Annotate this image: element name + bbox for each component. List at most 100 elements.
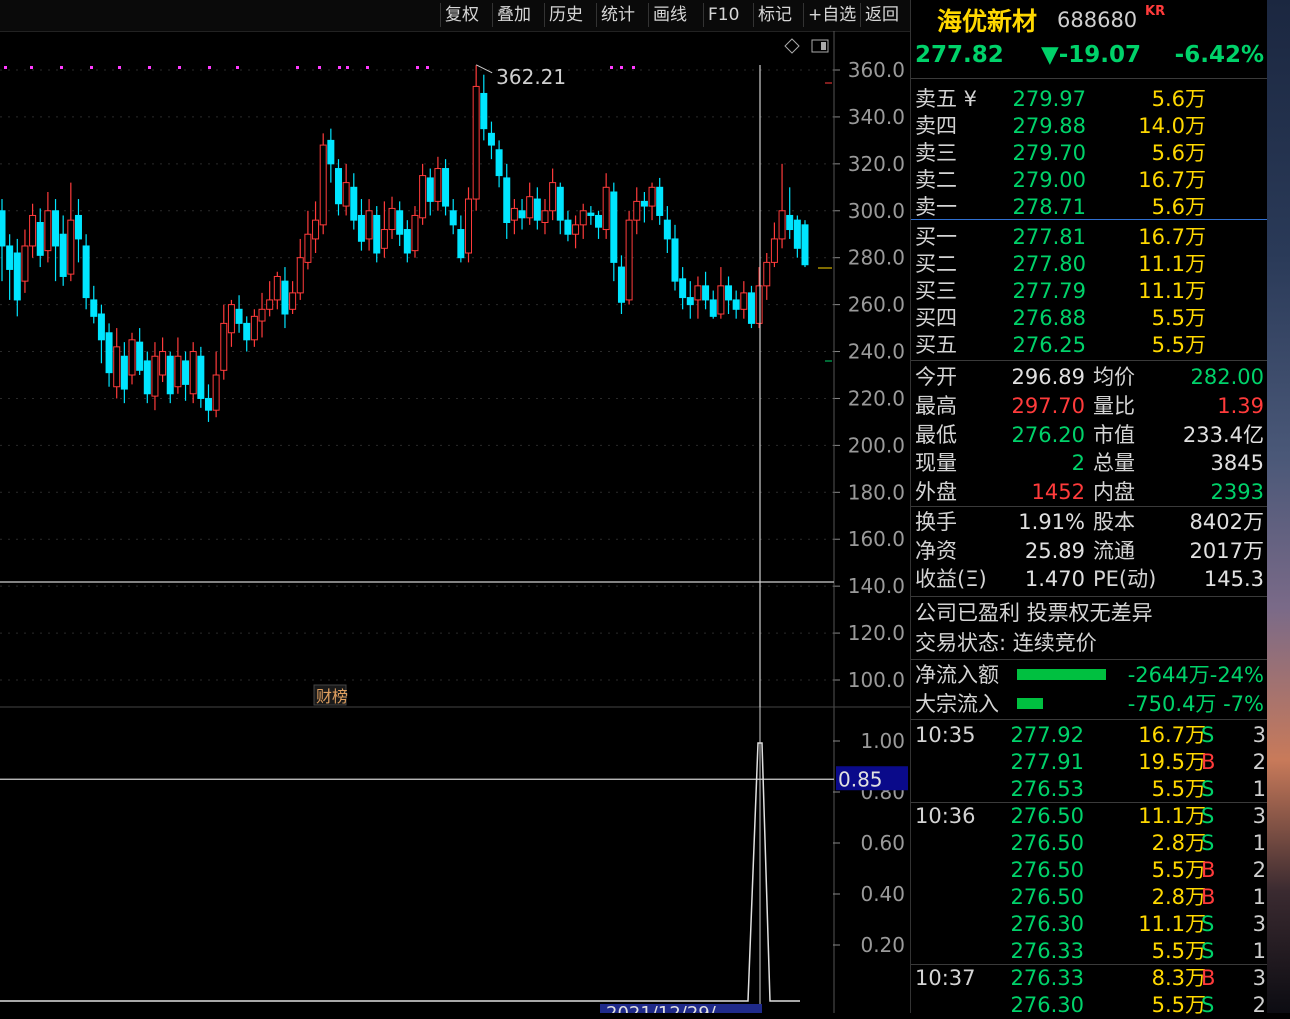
candle-body	[281, 280, 289, 315]
bid-row[interactable]: 买四 276.88 5.5万	[911, 305, 1268, 332]
candle-body	[44, 210, 52, 252]
signal-dot	[208, 66, 211, 69]
ob-price: 279.97	[1012, 87, 1086, 111]
candle-body	[747, 292, 755, 324]
toolbar-button-3[interactable]: 统计	[596, 3, 639, 27]
kline-chart[interactable]: 360.0 340.0 320.0 300.0 280.0 260.0 240.0 220.0…	[0, 31, 910, 1019]
ob-price: 279.70	[1012, 141, 1086, 165]
flow-bar	[1017, 698, 1043, 709]
tick-side: B	[1201, 885, 1216, 909]
tick-side: S	[1201, 912, 1215, 936]
ask-row[interactable]: 卖四 279.88 14.0万	[911, 113, 1268, 140]
candle-body	[312, 219, 320, 240]
candle-body	[579, 210, 587, 226]
candle-body	[59, 233, 67, 277]
candle-body	[526, 196, 534, 219]
stat-value: 297.70	[1011, 393, 1085, 418]
candle-body	[740, 292, 748, 310]
signal-dot	[236, 66, 239, 69]
ob-volume: 5.5万	[1151, 306, 1206, 330]
tick-row: 276.30 5.5万 S 2	[911, 992, 1268, 1019]
toolbar-button-5[interactable]: F10	[703, 3, 743, 27]
price-axis-label: 340.0	[848, 105, 905, 129]
candle-body	[663, 219, 671, 240]
toolbar-button-2[interactable]: 历史	[544, 3, 587, 27]
flow-row: 大宗流入 -750.4万 -7%	[911, 690, 1268, 718]
tick-row: 276.50 5.5万 B 2	[911, 857, 1268, 884]
stat-value: 8402万	[1189, 510, 1264, 534]
candle-body	[334, 168, 342, 205]
toolbar-button-8[interactable]: 返回	[860, 3, 903, 27]
candle-body	[90, 299, 98, 317]
price-axis-label: 360.0	[848, 58, 905, 82]
ask-row[interactable]: 卖三 279.70 5.6万	[911, 140, 1268, 167]
candle-body	[510, 207, 518, 221]
toolbar-button-7[interactable]: +自选	[803, 3, 860, 27]
candle-body	[159, 351, 167, 376]
stats-row: 收益(Ξ) 1.470 PE(动) 145.3	[911, 565, 1268, 593]
ob-label: 买一	[915, 225, 957, 249]
signal-dot	[416, 66, 419, 69]
signal-dot	[610, 66, 613, 69]
toolbar-button-1[interactable]: 叠加	[492, 3, 535, 27]
ob-volume: 16.7万	[1138, 225, 1206, 249]
ask-row[interactable]: 卖二 279.00 16.7万	[911, 167, 1268, 194]
ob-label: 卖四	[915, 114, 957, 138]
tick-side: S	[1201, 939, 1215, 963]
ask-row[interactable]: 卖五 ¥ 279.97 5.6万	[911, 86, 1268, 113]
stats-row: 外盘 1452 内盘 2393	[911, 478, 1268, 506]
toolbar-button-0[interactable]: 复权	[440, 3, 483, 27]
flow-label: 大宗流入	[915, 692, 999, 716]
bid-row[interactable]: 买一 277.81 16.7万	[911, 224, 1268, 251]
ob-volume: 11.1万	[1138, 252, 1206, 276]
price-axis-label: 280.0	[848, 246, 905, 270]
candle-body	[204, 397, 212, 411]
tick-volume: 2.8万	[1151, 885, 1206, 909]
ask-row[interactable]: 卖一 278.71 5.6万	[911, 194, 1268, 221]
candle-body	[694, 285, 702, 301]
signal-dot	[426, 66, 429, 69]
toolbar-button-4[interactable]: 画线	[648, 3, 691, 27]
stat-label: 股本	[1093, 510, 1135, 534]
stat-value: 2	[1071, 451, 1085, 476]
stat-label: 今开	[915, 365, 957, 389]
chart-area[interactable]: 360.0 340.0 320.0 300.0 280.0 260.0 240.0 220.0…	[0, 31, 910, 1019]
candle-body	[151, 355, 159, 397]
stat-value: 2393	[1210, 480, 1264, 505]
flow-row: 净流入额 -2644万-24%	[911, 661, 1268, 689]
ob-price: 279.00	[1012, 168, 1086, 192]
stat-value: 1.39	[1217, 393, 1264, 418]
signal-dot	[366, 66, 369, 69]
stat-label: 净资	[915, 538, 957, 563]
ob-price: 277.79	[1012, 279, 1086, 303]
signal-dot	[620, 66, 623, 69]
desktop-wallpaper	[1267, 0, 1290, 1013]
ob-label: 买五	[915, 333, 957, 357]
bid-row[interactable]: 买三 277.79 11.1万	[911, 278, 1268, 305]
candle-body	[174, 355, 182, 388]
last-price: 277.82	[915, 42, 1004, 68]
toolbar-button-6[interactable]: 标记	[753, 3, 796, 27]
stat-value: 145.3	[1203, 567, 1264, 591]
tick-count: 1	[1252, 831, 1266, 855]
date-label: 2021/12/29/	[606, 1003, 717, 1013]
price-axis-label: 160.0	[848, 527, 905, 551]
tick-side: B	[1201, 966, 1216, 990]
candle-body	[725, 285, 733, 301]
ob-volume: 5.5万	[1151, 333, 1206, 357]
candle-body	[36, 222, 44, 256]
candle-body	[212, 374, 220, 411]
high-annotation: 362.21	[496, 65, 566, 89]
bid-row[interactable]: 买五 276.25 5.5万	[911, 332, 1268, 359]
stock-code: 688680	[1057, 8, 1138, 32]
tick-count: 2	[1252, 858, 1266, 882]
candle-body	[426, 177, 434, 202]
tick-volume: 5.5万	[1151, 777, 1206, 801]
candle-body	[13, 252, 21, 301]
bid-row[interactable]: 买二 277.80 11.1万	[911, 251, 1268, 278]
candle-body	[380, 229, 388, 249]
candle-body	[128, 339, 136, 376]
candle-body	[411, 214, 419, 252]
tick-row: 276.50 2.8万 S 1	[911, 830, 1268, 857]
high-marker-line	[475, 64, 493, 74]
